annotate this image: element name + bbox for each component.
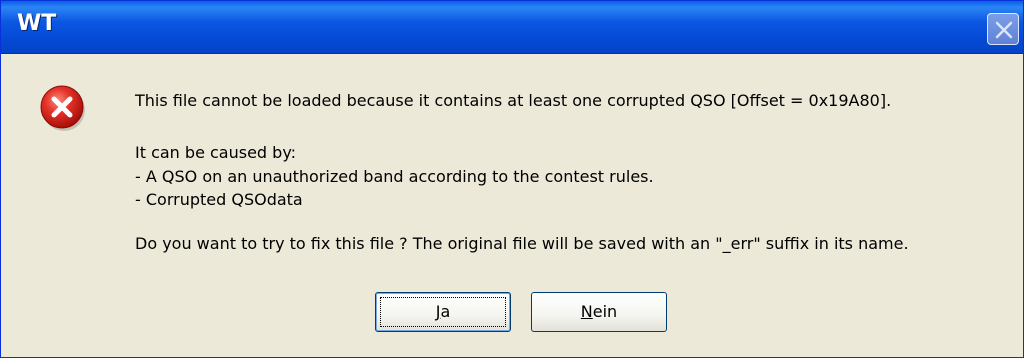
close-icon	[995, 21, 1013, 39]
window-title: WT	[17, 11, 57, 36]
close-button[interactable]	[987, 13, 1019, 45]
dialog-body: This file cannot be loaded because it co…	[1, 54, 1023, 357]
message-line-4: - Corrupted QSOdata	[135, 190, 303, 209]
no-button-label: Nein	[580, 302, 618, 321]
message-line-2: It can be caused by:	[135, 143, 297, 162]
focus-ring	[380, 297, 506, 327]
yes-button[interactable]: Ja	[375, 292, 511, 332]
no-button[interactable]: Nein	[531, 292, 667, 332]
title-bar[interactable]: WT	[1, 1, 1023, 54]
error-icon	[40, 85, 85, 131]
message-line-5: Do you want to try to fix this file ? Th…	[135, 234, 909, 253]
message-line-3: - A QSO on an unauthorized band accordin…	[135, 167, 654, 186]
dialog-window: WT This file cannot be loaded because it…	[0, 0, 1024, 358]
message-line-1: This file cannot be loaded because it co…	[135, 91, 892, 110]
